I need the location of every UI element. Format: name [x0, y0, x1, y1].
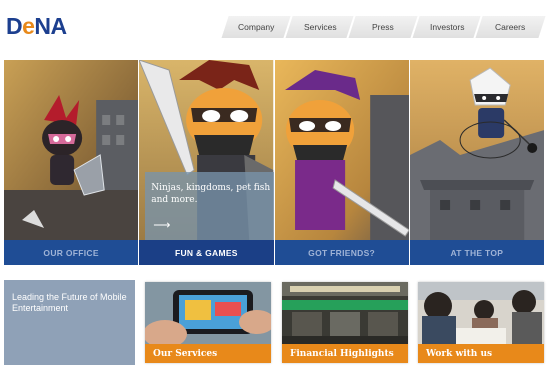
nav-press[interactable]: Press: [346, 16, 419, 38]
tagline-box: Leading the Future of Mobile Entertainme…: [4, 280, 135, 365]
nav-careers[interactable]: Careers: [473, 16, 546, 38]
main-nav: Company Services Press Investors Careers: [219, 16, 546, 38]
arrow-right-icon: ⟶: [153, 218, 171, 232]
hero-panels: OUR OFFICE Ninjas, kingdoms, pet fish an…: [4, 60, 544, 265]
blurb-text: Ninjas, kingdoms, pet fish and more.: [151, 183, 271, 205]
panel-fun-games[interactable]: Ninjas, kingdoms, pet fish and more. ⟶ F…: [139, 60, 274, 265]
panel-got-friends[interactable]: GOT FRIENDS?: [274, 60, 409, 265]
purple-hair-tiger-illustration: [274, 60, 409, 240]
stock-exchange-photo: [282, 282, 408, 344]
tagline-text: Leading the Future of Mobile Entertainme…: [12, 292, 127, 313]
tile-financial-highlights[interactable]: Financial Highlights: [282, 282, 408, 363]
panel-caption-got-friends: GOT FRIENDS?: [274, 240, 409, 265]
ninja-office-illustration: [4, 60, 139, 240]
panel-our-office[interactable]: OUR OFFICE: [4, 60, 139, 265]
tile-work-with-us[interactable]: Work with us: [418, 282, 544, 363]
tile-label-financial-highlights: Financial Highlights: [282, 344, 408, 363]
smartphone-game-photo: [145, 282, 271, 344]
panel-caption-our-office: OUR OFFICE: [4, 240, 139, 265]
logo-letter-d: D: [6, 13, 23, 39]
logo-letter-e: e: [22, 13, 35, 39]
tile-our-services[interactable]: Our Services: [145, 282, 271, 363]
fun-games-blurb[interactable]: Ninjas, kingdoms, pet fish and more. ⟶: [145, 172, 274, 240]
panel-at-the-top[interactable]: AT THE TOP: [409, 60, 544, 265]
panel-caption-at-the-top: AT THE TOP: [409, 240, 544, 265]
panel-caption-fun-games: FUN & GAMES: [139, 240, 274, 265]
tile-label-our-services: Our Services: [145, 344, 271, 363]
nav-company[interactable]: Company: [219, 16, 292, 38]
logo-letters-na: NA: [34, 13, 67, 39]
office-workers-photo: [418, 282, 544, 344]
tile-label-work-with-us: Work with us: [418, 344, 544, 363]
castle-ninja-illustration: [409, 60, 544, 240]
nav-services[interactable]: Services: [283, 16, 355, 38]
dena-logo[interactable]: DeNA: [6, 13, 67, 40]
nav-investors[interactable]: Investors: [410, 16, 482, 38]
